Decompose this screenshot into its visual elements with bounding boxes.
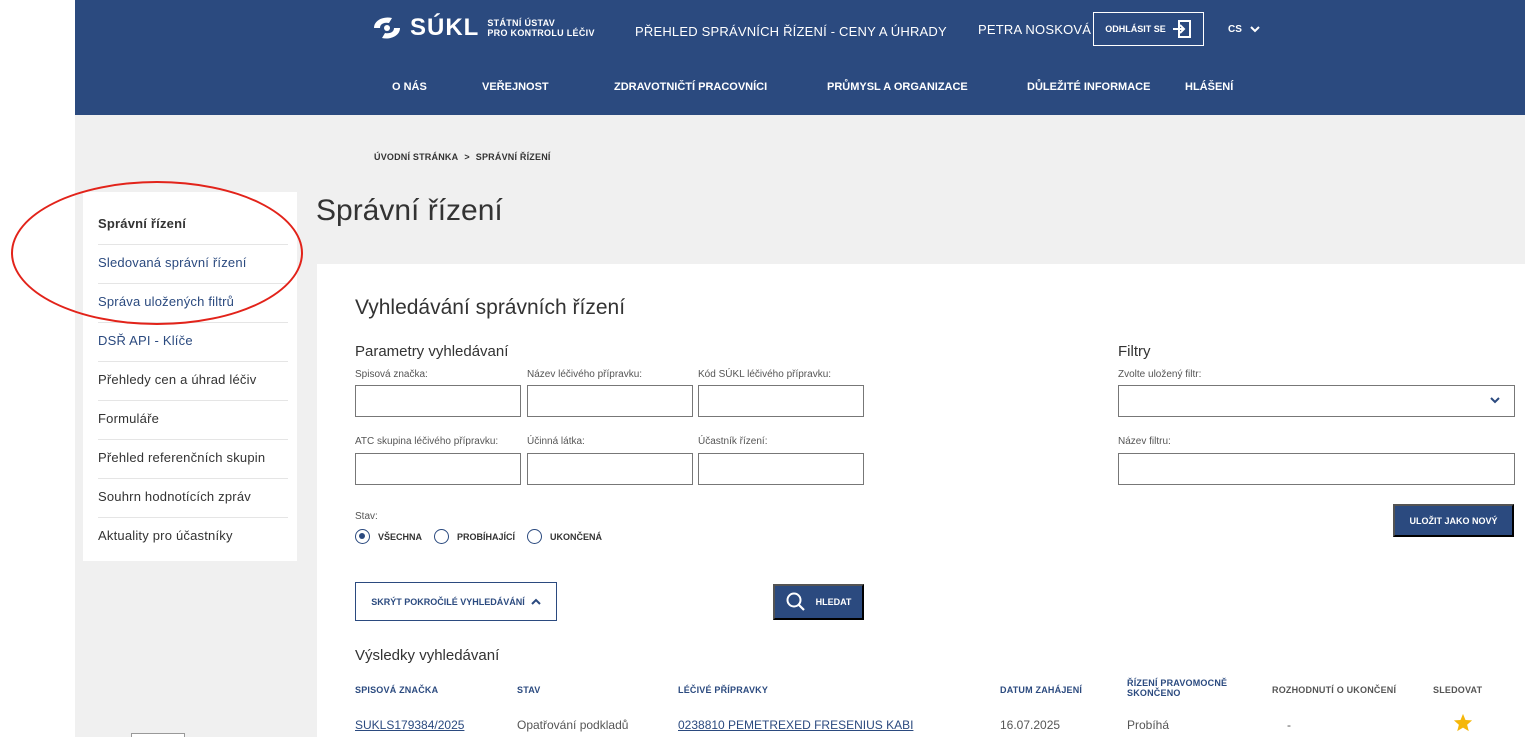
toggle-advanced-label: SKRÝT POKROČILÉ VYHLEDÁVÁNÍ — [371, 596, 525, 607]
sidebar-item-prehledy-cen[interactable]: Přehledy cen a úhrad léčiv — [98, 362, 288, 401]
logout-label: ODHLÁSIT SE — [1105, 24, 1166, 34]
state-label: Stav: — [355, 511, 378, 522]
saved-filter-label: Zvolte uložený filtr: — [1118, 369, 1202, 380]
left-margin — [0, 0, 75, 737]
ucastnik-input[interactable] — [698, 453, 864, 485]
radio-ukoncena-label[interactable]: UKONČENÁ — [550, 532, 602, 542]
radio-probihajici-label[interactable]: PROBÍHAJÍCÍ — [457, 532, 515, 542]
sukl-logo[interactable]: SÚKL STÁTNÍ ÚSTAV PRO KONTROLU LÉČIV — [370, 10, 595, 46]
col-spisova-znacka[interactable]: SPISOVÁ ZNAČKA — [355, 685, 438, 695]
page-title: Správní řízení — [316, 194, 503, 227]
site-header: SÚKL STÁTNÍ ÚSTAV PRO KONTROLU LÉČIV PŘE… — [75, 0, 1525, 115]
spisova-znacka-label: Spisová značka: — [355, 369, 428, 380]
sidebar-item-aktuality[interactable]: Aktuality pro účastníky — [98, 518, 288, 557]
breadcrumb-current: SPRÁVNÍ ŘÍZENÍ — [475, 152, 551, 162]
row-pripravky-link[interactable]: 0238810 PEMETREXED FRESENIUS KABI — [678, 718, 913, 732]
nazev-pripravku-label: Název léčivého přípravku: — [527, 369, 643, 380]
breadcrumb-separator: > — [464, 152, 470, 162]
row-rozhodnuti: - — [1287, 718, 1291, 732]
col-rozhodnuti: ROZHODNUTÍ O UKONČENÍ — [1272, 685, 1397, 695]
col-rizeni-pravomocne-line-1: ŘÍZENÍ PRAVOMOCNĚ — [1127, 678, 1228, 688]
col-datum-zahajeni[interactable]: DATUM ZAHÁJENÍ — [1000, 685, 1082, 695]
app-title: PŘEHLED SPRÁVNÍCH ŘÍZENÍ - CENY A ÚHRADY — [635, 24, 947, 39]
nav-verejnost[interactable]: VEŘEJNOST — [482, 81, 549, 93]
atc-input[interactable] — [355, 453, 521, 485]
col-rizeni-pravomocne-line-2: SKONČENO — [1127, 688, 1181, 698]
radio-ukoncena[interactable] — [527, 529, 543, 544]
nazev-pripravku-input[interactable] — [527, 385, 693, 417]
breadcrumb-home[interactable]: ÚVODNÍ STRÁNKA — [374, 152, 458, 162]
col-lecive-pripravky[interactable]: LÉČIVÉ PŘÍPRAVKY — [678, 685, 768, 695]
col-sledovat: SLEDOVAT — [1433, 685, 1483, 695]
nav-zdravotnicti-pracovnici[interactable]: ZDRAVOTNIČTÍ PRACOVNÍCI — [614, 81, 767, 93]
filter-name-input[interactable] — [1118, 453, 1515, 485]
kod-sukl-input[interactable] — [698, 385, 864, 417]
search-button[interactable]: HLEDAT — [773, 584, 864, 620]
nav-dulezite-informace[interactable]: DŮLEŽITÉ INFORMACE — [1027, 81, 1150, 93]
language-label: CS — [1228, 24, 1242, 35]
scroll-handle[interactable] — [131, 733, 185, 737]
state-radio-group: VŠECHNA PROBÍHAJÍCÍ UKONČENÁ — [355, 529, 614, 544]
logo-subtitle: STÁTNÍ ÚSTAV PRO KONTROLU LÉČIV — [487, 18, 594, 38]
results-heading: Výsledky vyhledávaní — [355, 647, 500, 664]
row-datum-zahajeni: 16.07.2025 — [1000, 718, 1061, 732]
search-heading: Vyhledávání správních řízení — [355, 296, 626, 319]
logo-sub-line-1: STÁTNÍ ÚSTAV — [487, 18, 556, 28]
toggle-advanced-search-button[interactable]: SKRÝT POKROČILÉ VYHLEDÁVÁNÍ — [355, 582, 557, 621]
nav-prumysl-a-organizace[interactable]: PRŮMYSL A ORGANIZACE — [827, 81, 968, 93]
kod-sukl-label: Kód SÚKL léčivého přípravku: — [698, 369, 832, 380]
annotation-oval — [11, 181, 303, 325]
ucastnik-label: Účastník řízení: — [698, 436, 768, 447]
row-spisova-znacka-link[interactable]: SUKLS179384/2025 — [355, 718, 464, 732]
ucinna-latka-input[interactable] — [527, 453, 693, 485]
logo-text: SÚKL — [410, 14, 480, 41]
logout-button[interactable]: ODHLÁSIT SE — [1093, 12, 1204, 46]
ucinna-latka-label: Účinná látka: — [527, 436, 585, 447]
row-stav: Opatřování podkladů — [517, 718, 629, 732]
sidebar-item-hodnotici-zpravy[interactable]: Souhrn hodnotících zpráv — [98, 479, 288, 518]
sukl-logo-icon — [374, 17, 400, 39]
spisova-znacka-input[interactable] — [355, 385, 521, 417]
chevron-down-icon — [1250, 26, 1260, 33]
chevron-down-icon — [1490, 397, 1500, 404]
nav-hlaseni[interactable]: HLÁŠENÍ — [1185, 81, 1233, 93]
radio-vsechna[interactable] — [355, 529, 370, 544]
star-filled-icon[interactable] — [1453, 713, 1473, 732]
breadcrumb: ÚVODNÍ STRÁNKA > SPRÁVNÍ ŘÍZENÍ — [374, 152, 551, 162]
sidebar-item-dsr-api[interactable]: DSŘ API - Klíče — [98, 323, 288, 362]
col-rizeni-pravomocne[interactable]: ŘÍZENÍ PRAVOMOCNĚ SKONČENO — [1127, 678, 1227, 698]
params-heading: Parametry vyhledávaní — [355, 343, 509, 360]
filters-heading: Filtry — [1118, 343, 1151, 360]
sidebar-item-referencni-skupiny[interactable]: Přehled referenčních skupin — [98, 440, 288, 479]
atc-label: ATC skupina léčivého přípravku: — [355, 436, 499, 447]
logo-sub-line-2: PRO KONTROLU LÉČIV — [487, 28, 595, 38]
search-button-label: HLEDAT — [815, 597, 852, 607]
search-panel: Vyhledávání správních řízení Parametry v… — [317, 264, 1525, 737]
filter-name-label: Název filtru: — [1118, 436, 1171, 447]
radio-probihajici[interactable] — [434, 529, 450, 544]
chevron-up-icon — [531, 598, 541, 605]
col-stav[interactable]: STAV — [517, 685, 540, 695]
saved-filter-select[interactable] — [1118, 385, 1515, 417]
sidebar-item-formulare[interactable]: Formuláře — [98, 401, 288, 440]
search-icon — [786, 592, 805, 611]
nav-o-nas[interactable]: O NÁS — [392, 81, 427, 93]
user-name: PETRA NOSKOVÁ — [978, 22, 1092, 37]
radio-vsechna-label[interactable]: VŠECHNA — [378, 532, 422, 542]
logout-icon — [1172, 20, 1191, 38]
language-select[interactable]: CS — [1228, 24, 1260, 35]
row-pravomocne: Probíhá — [1127, 718, 1170, 732]
save-filter-button[interactable]: ULOŽIT JAKO NOVÝ — [1393, 504, 1514, 537]
